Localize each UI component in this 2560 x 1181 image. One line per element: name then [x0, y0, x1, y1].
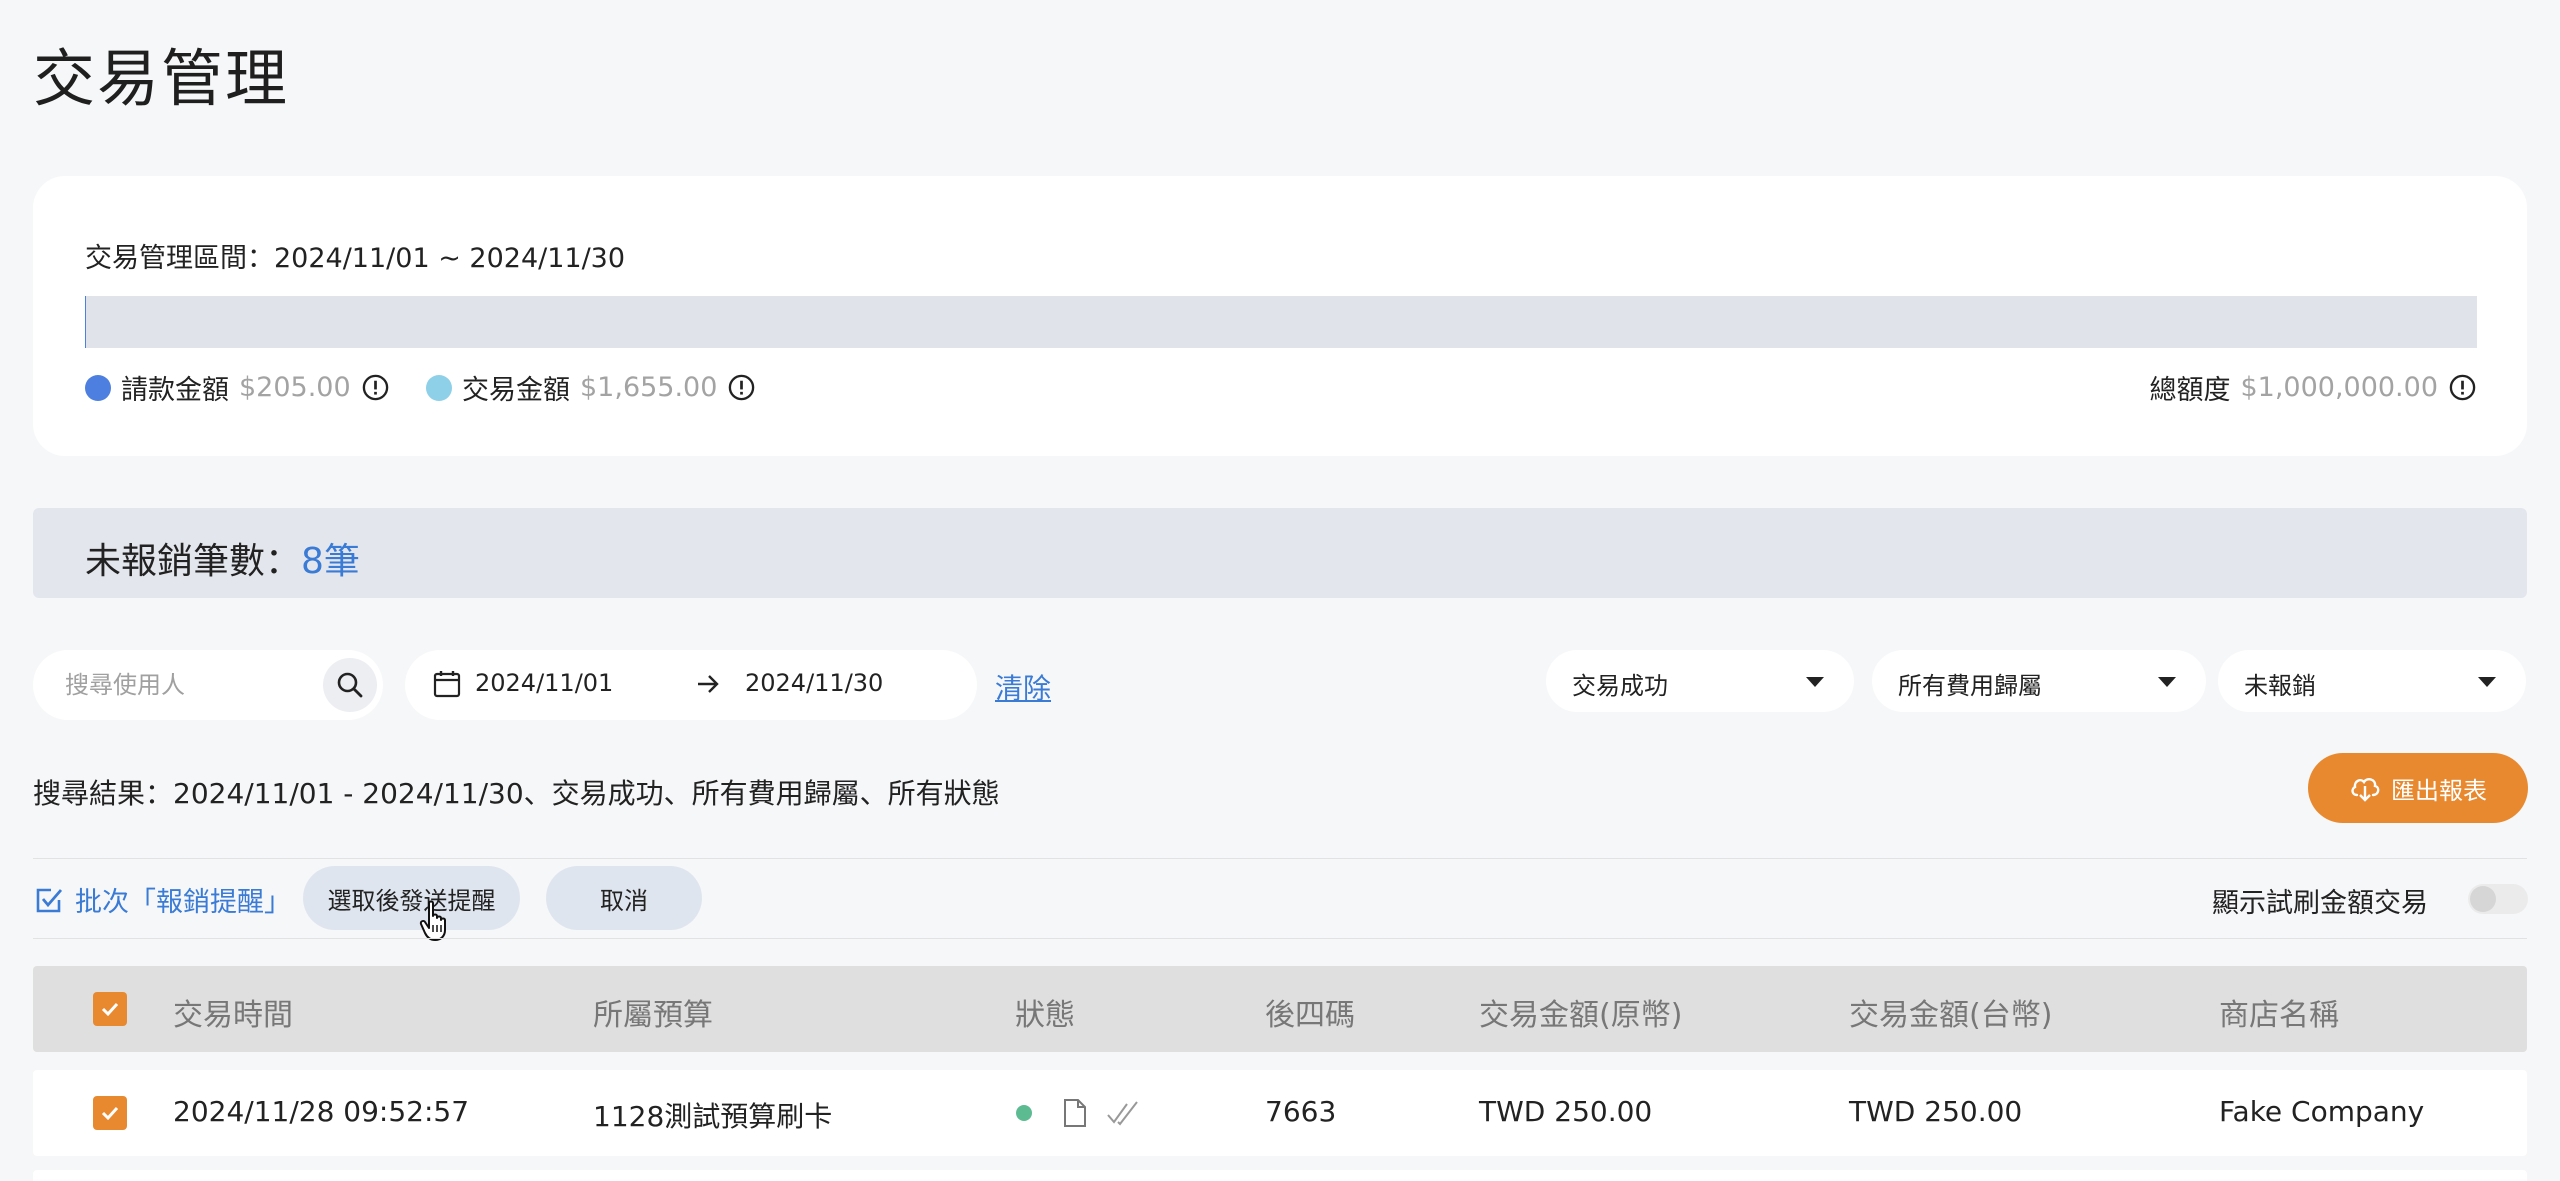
date-end[interactable]: 2024/11/30	[745, 669, 883, 697]
status-select-value: 交易成功	[1572, 672, 1668, 700]
total-amount: $1,000,000.00	[2240, 372, 2438, 403]
search-button[interactable]	[323, 658, 377, 712]
requested-dot	[85, 374, 111, 401]
transaction-amount: $1,655.00	[580, 372, 718, 403]
cancel-button[interactable]: 取消	[546, 866, 702, 930]
arrow-right-icon	[698, 675, 719, 693]
cloud-download-icon	[2351, 778, 2380, 802]
document-icon[interactable]	[1062, 1098, 1088, 1128]
reimbursement-select-value: 未報銷	[2244, 672, 2316, 700]
legend-transaction: 交易金額 $1,655.00	[426, 368, 756, 407]
date-start[interactable]: 2024/11/01	[475, 669, 613, 697]
checkmark-icon	[101, 1106, 119, 1121]
info-icon[interactable]	[361, 373, 390, 402]
transaction-dot	[426, 374, 452, 401]
send-reminder-button[interactable]: 選取後發送提醒	[303, 866, 520, 930]
export-report-button[interactable]: 匯出報表	[2308, 753, 2528, 823]
hand-pointer-icon	[419, 900, 446, 941]
date-range-picker[interactable]: 2024/11/01 2024/11/30	[405, 650, 977, 720]
column-header-status[interactable]: 狀態	[1015, 990, 1075, 1034]
pending-label: 未報銷筆數：	[85, 541, 302, 582]
cell-amount-original: TWD 250.00	[1479, 1095, 1653, 1128]
pending-count: 8筆	[301, 541, 360, 582]
show-test-transactions-toggle[interactable]	[2468, 884, 2528, 914]
status-select[interactable]: 交易成功	[1546, 650, 1854, 712]
total-label: 總額度	[2149, 375, 2231, 406]
cell-last4: 7663	[1265, 1095, 1337, 1128]
search-result-summary: 搜尋結果：2024/11/01 - 2024/11/30、交易成功、所有費用歸屬…	[33, 777, 1000, 810]
column-header-time[interactable]: 交易時間	[173, 990, 293, 1034]
usage-progress-bar	[85, 296, 2477, 348]
checkbox-edit-icon	[36, 888, 63, 912]
page-title: 交易管理	[33, 42, 290, 115]
info-icon[interactable]	[727, 373, 756, 402]
toggle-knob	[2470, 886, 2496, 912]
column-header-last4[interactable]: 後四碼	[1265, 990, 1355, 1034]
select-all-checkbox[interactable]	[93, 992, 127, 1026]
double-check-icon	[1107, 1101, 1138, 1126]
pending-bar: 未報銷筆數：8筆	[33, 508, 2527, 598]
status-dot	[1016, 1105, 1032, 1121]
column-header-amount-twd[interactable]: 交易金額(台幣)	[1849, 990, 2052, 1034]
batch-reminder-label: 批次「報銷提醒」	[75, 887, 291, 918]
pending-summary: 未報銷筆數：8筆	[85, 532, 360, 584]
cell-amount-twd: TWD 250.00	[1849, 1095, 2023, 1128]
category-select[interactable]: 所有費用歸屬	[1872, 650, 2206, 712]
batch-reminder-toggle[interactable]: 批次「報銷提醒」	[33, 880, 291, 919]
search-icon	[337, 672, 363, 698]
calendar-icon	[433, 671, 461, 698]
table-header: 交易時間 所屬預算 狀態 後四碼 交易金額(原幣) 交易金額(台幣) 商店名稱	[33, 966, 2527, 1052]
checkmark-icon	[101, 1002, 119, 1017]
category-select-value: 所有費用歸屬	[1898, 672, 2042, 700]
requested-label: 請款金額	[121, 375, 229, 406]
search-input[interactable]	[65, 666, 325, 704]
transaction-label: 交易金額	[462, 375, 570, 406]
cell-merchant: Fake Company	[2219, 1095, 2425, 1128]
caret-down-icon	[1806, 677, 1824, 687]
row-checkbox[interactable]	[93, 1096, 127, 1130]
period-label: 交易管理區間：2024/11/01 ~ 2024/11/30	[85, 243, 626, 274]
divider	[33, 858, 2527, 859]
reimbursement-select[interactable]: 未報銷	[2218, 650, 2526, 712]
legend-total: 總額度 $1,000,000.00	[2149, 368, 2477, 407]
column-header-merchant[interactable]: 商店名稱	[2219, 990, 2339, 1034]
table-row[interactable]	[33, 1170, 2527, 1181]
summary-card: 交易管理區間：2024/11/01 ~ 2024/11/30 請款金額 $205…	[33, 176, 2527, 456]
cell-budget: 1128測試預算刷卡	[593, 1100, 833, 1133]
legend-requested: 請款金額 $205.00	[85, 368, 390, 407]
cell-time: 2024/11/28 09:52:57	[173, 1095, 470, 1128]
requested-amount: $205.00	[239, 372, 351, 403]
column-header-budget[interactable]: 所屬預算	[593, 990, 713, 1034]
caret-down-icon	[2478, 677, 2496, 687]
table-row[interactable]: 2024/11/28 09:52:57 1128測試預算刷卡 7663 TWD …	[33, 1070, 2527, 1156]
show-test-transactions-label: 顯示試刷金額交易	[2212, 888, 2428, 919]
clear-filter-link[interactable]: 清除	[995, 667, 1051, 707]
export-report-label: 匯出報表	[2391, 776, 2487, 805]
search-box	[33, 650, 383, 720]
caret-down-icon	[2158, 677, 2176, 687]
info-icon[interactable]	[2448, 373, 2477, 402]
divider	[33, 938, 2527, 939]
column-header-amount-original[interactable]: 交易金額(原幣)	[1479, 990, 1682, 1034]
